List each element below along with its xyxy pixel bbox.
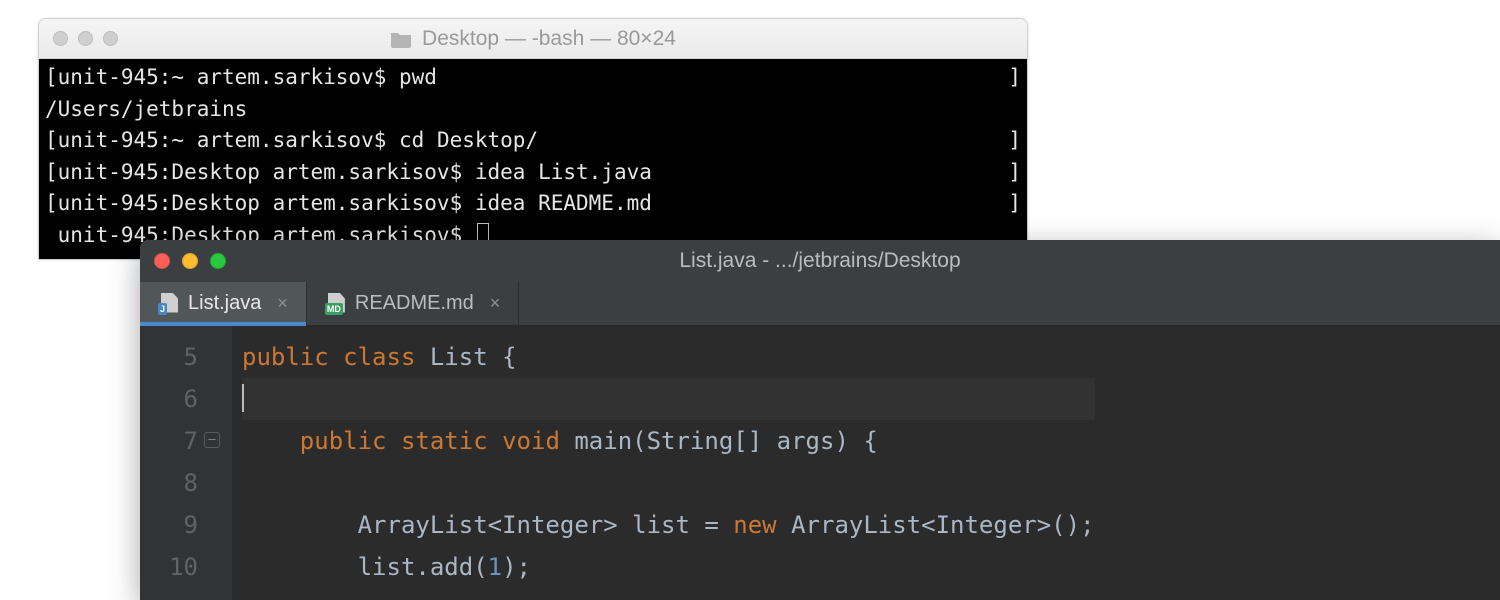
- line-number: 6: [140, 378, 222, 420]
- editor-titlebar[interactable]: List.java - .../jetbrains/Desktop: [140, 240, 1500, 282]
- caret: [242, 384, 244, 412]
- terminal-line: /Users/jetbrains: [45, 94, 1021, 126]
- terminal-title: Desktop — -bash — 80×24: [39, 27, 1027, 51]
- line-number: 8: [140, 462, 222, 504]
- java-file-icon: J: [158, 293, 178, 315]
- terminal-body[interactable]: [unit-945:~ artem.sarkisov$ pwd ] /Users…: [39, 59, 1027, 259]
- fold-icon[interactable]: –: [204, 432, 220, 448]
- terminal-titlebar[interactable]: Desktop — -bash — 80×24: [39, 19, 1027, 59]
- traffic-lights: [154, 253, 226, 269]
- editor-window: List.java - .../jetbrains/Desktop J List…: [140, 240, 1500, 600]
- code-line: list.add(1);: [242, 546, 1095, 588]
- terminal-line: [unit-945:Desktop artem.sarkisov$ idea L…: [45, 157, 1021, 189]
- markdown-file-icon: MD: [325, 293, 345, 315]
- tab-list-java[interactable]: J List.java ×: [140, 282, 307, 325]
- zoom-button[interactable]: [103, 31, 118, 46]
- line-number: 10: [140, 546, 222, 588]
- zoom-button[interactable]: [210, 253, 226, 269]
- close-button[interactable]: [53, 31, 68, 46]
- code-area[interactable]: public class List { public static void m…: [232, 326, 1095, 600]
- close-tab-icon[interactable]: ×: [490, 293, 501, 314]
- editor-body[interactable]: 5 6 7– 8 9 10 public class List { public…: [140, 326, 1500, 600]
- terminal-window: Desktop — -bash — 80×24 [unit-945:~ arte…: [38, 18, 1028, 260]
- close-tab-icon[interactable]: ×: [277, 293, 288, 314]
- line-number: 7–: [140, 420, 222, 462]
- code-line: [242, 462, 1095, 504]
- folder-icon: [390, 30, 412, 48]
- line-number: 9: [140, 504, 222, 546]
- tab-label: List.java: [188, 292, 261, 315]
- terminal-line: [unit-945:~ artem.sarkisov$ pwd ]: [45, 62, 1021, 94]
- code-line: ArrayList<Integer> list = new ArrayList<…: [242, 504, 1095, 546]
- line-number: 5: [140, 336, 222, 378]
- tabs-bar: J List.java × MD README.md ×: [140, 282, 1500, 326]
- tab-label: README.md: [355, 292, 474, 315]
- tab-readme-md[interactable]: MD README.md ×: [307, 282, 519, 325]
- close-button[interactable]: [154, 253, 170, 269]
- code-line: public class List {: [242, 336, 1095, 378]
- minimize-button[interactable]: [182, 253, 198, 269]
- minimize-button[interactable]: [78, 31, 93, 46]
- code-line: [242, 378, 1095, 420]
- editor-title-text: List.java - .../jetbrains/Desktop: [140, 249, 1500, 273]
- terminal-line: [unit-945:Desktop artem.sarkisov$ idea R…: [45, 188, 1021, 220]
- terminal-title-text: Desktop — -bash — 80×24: [422, 27, 676, 51]
- gutter: 5 6 7– 8 9 10: [140, 326, 232, 600]
- traffic-lights: [53, 31, 118, 46]
- terminal-line: [unit-945:~ artem.sarkisov$ cd Desktop/ …: [45, 125, 1021, 157]
- code-line: public static void main(String[] args) {: [242, 420, 1095, 462]
